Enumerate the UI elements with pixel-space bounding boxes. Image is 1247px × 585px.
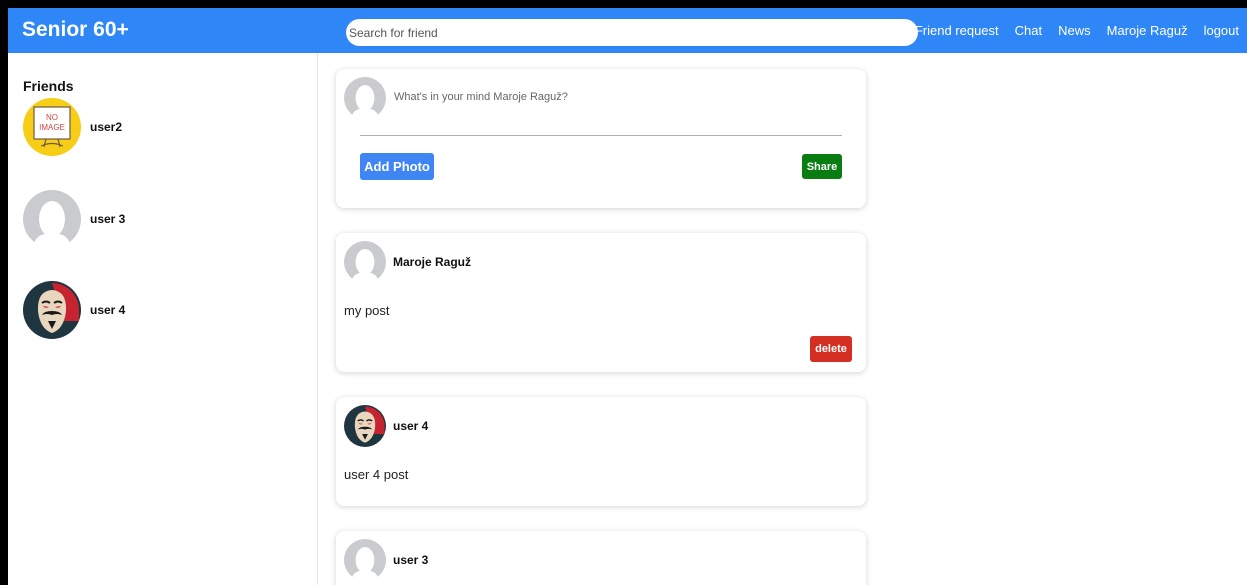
default-avatar-icon xyxy=(23,190,81,248)
no-image-avatar-icon: NO IMAGE xyxy=(23,98,81,156)
friends-sidebar: Friends NO IMAGE user2 user 3 user 4 xyxy=(8,53,318,585)
add-photo-button[interactable]: Add Photo xyxy=(360,153,434,180)
default-avatar-icon xyxy=(344,539,386,581)
post-author[interactable]: Maroje Raguž xyxy=(393,255,471,269)
post-input[interactable] xyxy=(394,91,834,103)
share-button[interactable]: Share xyxy=(802,154,842,179)
mask-avatar-icon xyxy=(23,281,81,339)
post-card: Maroje Raguž my post delete xyxy=(336,233,866,372)
no-image-text-line2: IMAGE xyxy=(39,123,65,132)
delete-post-button[interactable]: delete xyxy=(810,336,852,362)
app-window: Senior 60+ Friend request Chat News Maro… xyxy=(8,8,1247,585)
mask-avatar-icon xyxy=(344,405,386,447)
post-card: user 3 xyxy=(336,531,866,585)
post-body: user 4 post xyxy=(344,467,409,482)
nav-news-link[interactable]: News xyxy=(1058,23,1091,38)
friend-item-user3[interactable]: user 3 xyxy=(23,190,263,248)
composer-divider xyxy=(360,135,842,136)
nav-chat-link[interactable]: Chat xyxy=(1015,23,1042,38)
friends-title: Friends xyxy=(23,78,74,94)
search-input[interactable] xyxy=(346,19,918,46)
brand-logo[interactable]: Senior 60+ xyxy=(22,18,129,42)
post-author[interactable]: user 3 xyxy=(393,553,428,567)
default-avatar-icon xyxy=(344,77,386,119)
nav-logout-link[interactable]: logout xyxy=(1204,23,1239,38)
nav-links: Friend request Chat News Maroje Raguž lo… xyxy=(915,8,1239,53)
friend-item-user2[interactable]: NO IMAGE user2 xyxy=(23,98,263,156)
friend-name: user2 xyxy=(90,120,123,134)
post-card: user 4 user 4 post xyxy=(336,397,866,506)
default-avatar-icon xyxy=(344,241,386,283)
friend-item-user4[interactable]: user 4 xyxy=(23,281,263,339)
nav-friend-request-link[interactable]: Friend request xyxy=(915,23,999,38)
post-author[interactable]: user 4 xyxy=(393,419,428,433)
post-body: my post xyxy=(344,303,390,318)
no-image-text-line1: NO xyxy=(46,113,58,122)
friend-name: user 3 xyxy=(90,212,126,226)
friend-name: user 4 xyxy=(90,303,126,317)
post-composer: Add Photo Share xyxy=(336,69,866,208)
navbar: Senior 60+ Friend request Chat News Maro… xyxy=(8,8,1247,53)
nav-profile-link[interactable]: Maroje Raguž xyxy=(1107,23,1188,38)
